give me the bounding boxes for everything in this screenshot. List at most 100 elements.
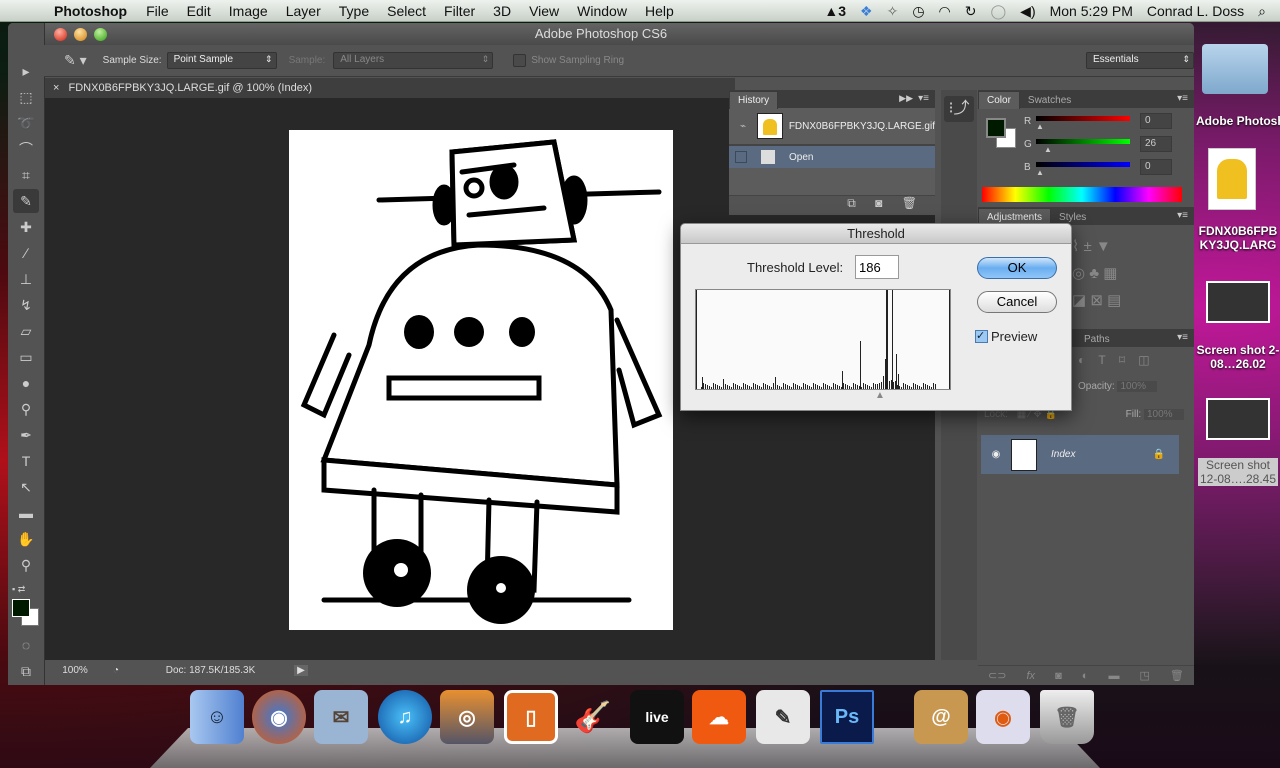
sampling-ring-checkbox[interactable] [513, 54, 527, 67]
threshold-level-input[interactable]: 186 [855, 255, 899, 279]
gradient-map-icon[interactable]: ▼ [1096, 238, 1111, 255]
history-panel-icon[interactable]: ⁝⤴ [944, 96, 974, 122]
menu-view[interactable]: View [520, 3, 568, 19]
menu-edit[interactable]: Edit [178, 3, 220, 19]
panel-menu-icon[interactable]: ▾≡ [1177, 210, 1188, 221]
new-document-from-state-icon[interactable]: ⧉ [847, 196, 856, 210]
new-layer-icon[interactable]: ◳ [1139, 669, 1149, 682]
status-preview-icon[interactable]: ◔ [105, 665, 127, 676]
dock-itunes[interactable]: ♫ [378, 690, 432, 744]
fx-icon[interactable]: fx [1026, 670, 1035, 682]
move-tool-icon[interactable]: ▸ [13, 59, 39, 83]
brush-tool-icon[interactable]: ∕ [13, 241, 39, 265]
new-group-icon[interactable]: ▬ [1108, 670, 1119, 682]
desktop-icon-photoshop-folder[interactable]: Adobe Photoshop CS6 [1196, 44, 1280, 128]
dock-presentation-app[interactable]: ▯ [504, 690, 558, 744]
history-brush-source-icon[interactable]: ⌁ [729, 121, 757, 132]
chat-icon[interactable]: ◯ [984, 3, 1014, 20]
desktop-icon-screenshot-1[interactable]: Screen shot 2-08…26.02 [1196, 281, 1280, 371]
close-button[interactable] [54, 28, 67, 41]
healing-brush-tool-icon[interactable]: ✚ [13, 215, 39, 239]
screen-mode-icon[interactable]: ⧉ [13, 659, 39, 683]
photo-filter-icon[interactable]: ◎ [1072, 265, 1085, 282]
menu-help[interactable]: Help [636, 3, 683, 19]
wifi-icon[interactable]: ◠ [932, 3, 958, 20]
robot-image[interactable] [289, 130, 673, 630]
add-mask-icon[interactable]: ◙ [1055, 670, 1062, 682]
adobe-updater-icon[interactable]: ▲3 [817, 3, 853, 19]
g-value[interactable]: 26 [1140, 136, 1172, 152]
color-fg-swatch[interactable] [986, 118, 1006, 138]
posterize-icon[interactable]: ◪ [1072, 292, 1086, 309]
dock-downloads-stack[interactable]: ◉ [976, 690, 1030, 744]
user-name[interactable]: Conrad L. Doss [1140, 3, 1251, 19]
sample-select[interactable]: All Layers [333, 52, 494, 69]
gradient-tool-icon[interactable]: ▭ [13, 345, 39, 369]
layer-row-index[interactable]: ◉ Index 🔒 [981, 435, 1179, 474]
preview-checkbox[interactable]: ✓ [975, 330, 988, 343]
threshold-icon[interactable]: ⊠ [1090, 292, 1103, 309]
lasso-tool-icon[interactable]: ➰ [13, 111, 39, 135]
g-slider-thumb[interactable]: ▲ [1044, 145, 1052, 154]
quick-selection-tool-icon[interactable]: ⌒ [13, 137, 39, 161]
tab-color[interactable]: Color [978, 91, 1020, 109]
link-layers-icon[interactable]: ⊂⊃ [988, 669, 1006, 682]
tab-history[interactable]: History [729, 91, 779, 109]
snapshot-camera-icon[interactable]: ◙ [875, 196, 882, 210]
history-state-checkbox[interactable] [735, 151, 747, 163]
color-spectrum-bar[interactable] [982, 187, 1182, 202]
dodge-tool-icon[interactable]: ⚲ [13, 397, 39, 421]
marquee-tool-icon[interactable]: ⬚ [13, 85, 39, 109]
opacity-field[interactable]: 100% [1117, 381, 1158, 392]
menu-app-name[interactable]: Photoshop [46, 3, 137, 19]
dock-garageband[interactable]: 🎸 [566, 690, 620, 744]
ok-button[interactable]: OK [977, 257, 1057, 279]
dock-iphoto[interactable]: ◎ [440, 690, 494, 744]
dock-soundcloud[interactable]: ☁ [692, 690, 746, 744]
menu-layer[interactable]: Layer [277, 3, 330, 19]
zoom-tool-icon[interactable]: ⚲ [13, 553, 39, 577]
b-slider-thumb[interactable]: ▲ [1036, 168, 1044, 177]
minimize-button[interactable] [74, 28, 87, 41]
document-tab[interactable]: × FDNX0B6FPBKY3JQ.LARGE.gif @ 100% (Inde… [45, 78, 735, 98]
visibility-eye-icon[interactable]: ◉ [981, 449, 1011, 460]
clock[interactable]: Mon 5:29 PM [1043, 3, 1140, 19]
panel-menu-icon[interactable]: ▾≡ [918, 93, 929, 104]
g-slider[interactable] [1036, 139, 1130, 144]
sync-icon[interactable]: ↻ [958, 3, 984, 20]
r-slider-thumb[interactable]: ▲ [1036, 122, 1044, 131]
dock-script-editor[interactable]: ✎ [756, 690, 810, 744]
r-slider[interactable] [1036, 116, 1130, 121]
dock-mail[interactable]: ✉ [314, 690, 368, 744]
history-brush-tool-icon[interactable]: ↯ [13, 293, 39, 317]
menu-select[interactable]: Select [378, 3, 435, 19]
menu-filter[interactable]: Filter [435, 3, 484, 19]
sample-size-select[interactable]: Point Sample [166, 52, 277, 69]
rectangle-tool-icon[interactable]: ▬ [13, 501, 39, 525]
menu-file[interactable]: File [137, 3, 178, 19]
dock-trash[interactable]: 🗑 [1040, 690, 1094, 744]
bluetooth-icon[interactable]: ✧ [880, 3, 906, 20]
quick-mask-icon[interactable]: ◌ [13, 633, 39, 657]
dock-ableton-live[interactable]: live [630, 690, 684, 744]
layer-name[interactable]: Index [1051, 449, 1153, 460]
menu-image[interactable]: Image [220, 3, 277, 19]
desktop-icon-screenshot-2[interactable]: Screen shot 12-08….28.45 [1198, 384, 1278, 486]
exposure-icon[interactable]: ± [1084, 238, 1092, 255]
default-colors-icon[interactable]: ▪ ⇄ [12, 584, 25, 595]
trash-icon[interactable]: 🗑 [902, 196, 917, 210]
history-state-open[interactable]: Open [729, 146, 935, 168]
spotlight-icon[interactable]: ⌕ [1251, 3, 1280, 20]
hand-tool-icon[interactable]: ✋ [13, 527, 39, 551]
panel-menu-icon[interactable]: ▾≡ [1177, 93, 1188, 104]
history-snapshot[interactable]: ⌁ FDNX0B6FPBKY3JQ.LARGE.gif [729, 108, 935, 146]
r-value[interactable]: 0 [1140, 113, 1172, 129]
foreground-color-swatch[interactable] [12, 599, 30, 617]
time-machine-icon[interactable]: ◷ [905, 3, 931, 20]
workspace-select[interactable]: Essentials [1086, 52, 1194, 69]
adjustment-layer-icon[interactable]: ◐ [1082, 670, 1089, 682]
menu-type[interactable]: Type [330, 3, 378, 19]
tab-paths[interactable]: Paths [1076, 331, 1118, 349]
curves-icon[interactable]: ⌇ [1072, 238, 1079, 255]
eraser-tool-icon[interactable]: ▱ [13, 319, 39, 343]
